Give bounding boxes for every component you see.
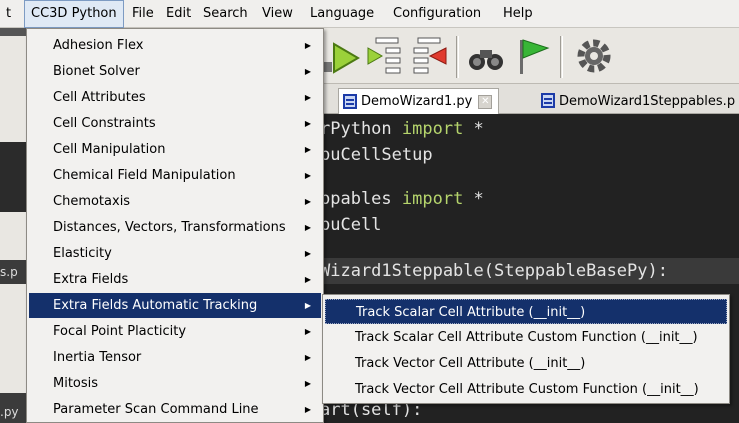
chevron-right-icon: ▶: [304, 327, 311, 336]
tab-label: DemoWizard1Steppables.p: [559, 93, 736, 109]
tab-demowizard1-steppables[interactable]: DemoWizard1Steppables.p: [537, 88, 739, 114]
panel-edge: [0, 28, 26, 36]
toolbar: [320, 28, 739, 84]
file-icon: [343, 94, 357, 109]
menu-item-chemotaxis[interactable]: Chemotaxis ▶: [29, 189, 321, 214]
flag-icon[interactable]: [514, 36, 554, 76]
chevron-right-icon: ▶: [304, 197, 311, 206]
menu-item-bionet-solver[interactable]: Bionet Solver ▶: [29, 59, 321, 84]
close-icon[interactable]: ✕: [478, 94, 493, 109]
menu-configuration[interactable]: Configuration: [387, 0, 487, 28]
code-line: puCell: [320, 215, 382, 235]
menu-item-distances-vectors[interactable]: Distances, Vectors, Transformations ▶: [29, 215, 321, 240]
menu-bar: t CC3D Python File Edit Search View Lang…: [0, 0, 739, 28]
chevron-right-icon: ▶: [304, 145, 311, 154]
step-icon[interactable]: [366, 36, 406, 76]
menu-edit[interactable]: Edit: [160, 0, 197, 28]
chevron-right-icon: ▶: [304, 223, 311, 232]
menu-item-track-scalar-custom-function[interactable]: Track Scalar Cell Attribute Custom Funct…: [325, 325, 727, 350]
code-line: ppables import *: [320, 189, 484, 209]
menu-file[interactable]: File: [126, 0, 160, 28]
chevron-right-icon: ▶: [304, 93, 311, 102]
menu-label: CC3D Python: [31, 6, 117, 21]
toolbar-separator: [456, 36, 459, 78]
menu-item-parameter-scan-command-line[interactable]: Parameter Scan Command Line ▶: [29, 397, 321, 422]
chevron-right-icon: ▶: [304, 171, 311, 180]
menu-item-chemical-field-manipulation[interactable]: Chemical Field Manipulation ▶: [29, 163, 321, 188]
extra-fields-tracking-submenu: Track Scalar Cell Attribute (__init__) T…: [322, 294, 730, 404]
chevron-right-icon: ▶: [304, 67, 311, 76]
menu-search[interactable]: Search: [197, 0, 254, 28]
code-line: puCellSetup: [320, 145, 433, 165]
menu-label: Configuration: [393, 6, 482, 21]
toolbar-separator: [560, 36, 563, 78]
menu-item-track-scalar-cell-attribute[interactable]: Track Scalar Cell Attribute (__init__): [325, 299, 727, 324]
run-icon[interactable]: [324, 36, 364, 76]
menu-view[interactable]: View: [256, 0, 299, 28]
tab-label: DemoWizard1.py: [361, 94, 473, 109]
menu-item-cell-attributes[interactable]: Cell Attributes ▶: [29, 85, 321, 110]
menu-tools[interactable]: t: [0, 0, 17, 28]
menu-item-elasticity[interactable]: Elasticity ▶: [29, 241, 321, 266]
menu-label: Help: [503, 6, 533, 21]
menu-label: Edit: [166, 6, 192, 21]
menu-item-cell-constraints[interactable]: Cell Constraints ▶: [29, 111, 321, 136]
menu-item-cell-manipulation[interactable]: Cell Manipulation ▶: [29, 137, 321, 162]
chevron-right-icon: ▶: [304, 275, 311, 284]
menu-label: Search: [203, 6, 248, 21]
menu-item-track-vector-custom-function[interactable]: Track Vector Cell Attribute Custom Funct…: [325, 377, 727, 402]
left-panel: s.p .py: [0, 28, 26, 423]
editor-tab-bar: DemoWizard1.py ✕ DemoWizard1Steppables.p: [320, 84, 739, 114]
menu-help[interactable]: Help: [497, 0, 539, 28]
chevron-right-icon: ▶: [304, 353, 311, 362]
menu-item-track-vector-cell-attribute[interactable]: Track Vector Cell Attribute (__init__): [325, 351, 727, 376]
menu-item-adhesion-flex[interactable]: Adhesion Flex ▶: [29, 33, 321, 58]
menu-label: View: [262, 6, 293, 21]
panel-dark-block: [0, 142, 26, 212]
tab-demowizard1[interactable]: DemoWizard1.py ✕: [338, 88, 500, 114]
chevron-right-icon: ▶: [304, 41, 311, 50]
menu-label: t: [6, 6, 12, 21]
code-line-current: Wizard1Steppable(SteppableBasePy):: [320, 258, 739, 284]
menu-language[interactable]: Language: [304, 0, 380, 28]
menu-cc3d-python[interactable]: CC3D Python: [24, 0, 124, 28]
chevron-right-icon: ▶: [304, 249, 311, 258]
menu-item-extra-fields-automatic-tracking[interactable]: Extra Fields Automatic Tracking ▶: [29, 293, 321, 318]
panel-file-label: s.p: [0, 265, 18, 279]
menu-item-mitosis[interactable]: Mitosis ▶: [29, 371, 321, 396]
file-icon: [541, 93, 555, 108]
chevron-right-icon: ▶: [304, 405, 311, 414]
menu-label: File: [132, 6, 154, 21]
menu-item-extra-fields[interactable]: Extra Fields ▶: [29, 267, 321, 292]
menu-label: Language: [310, 6, 375, 21]
cc3d-python-menu: Adhesion Flex ▶ Bionet Solver ▶ Cell Attri…: [26, 28, 324, 423]
chevron-right-icon: ▶: [304, 379, 311, 388]
menu-item-inertia-tensor[interactable]: Inertia Tensor ▶: [29, 345, 321, 370]
chevron-right-icon: ▶: [304, 119, 311, 128]
gear-icon[interactable]: [574, 36, 614, 76]
panel-file-label: .py: [0, 405, 19, 419]
binoculars-icon[interactable]: [466, 36, 506, 76]
code-line: rPython import *: [320, 119, 484, 139]
chevron-right-icon: ▶: [304, 301, 311, 310]
stop-icon[interactable]: [410, 36, 450, 76]
menu-item-focal-point-placticity[interactable]: Focal Point Placticity ▶: [29, 319, 321, 344]
